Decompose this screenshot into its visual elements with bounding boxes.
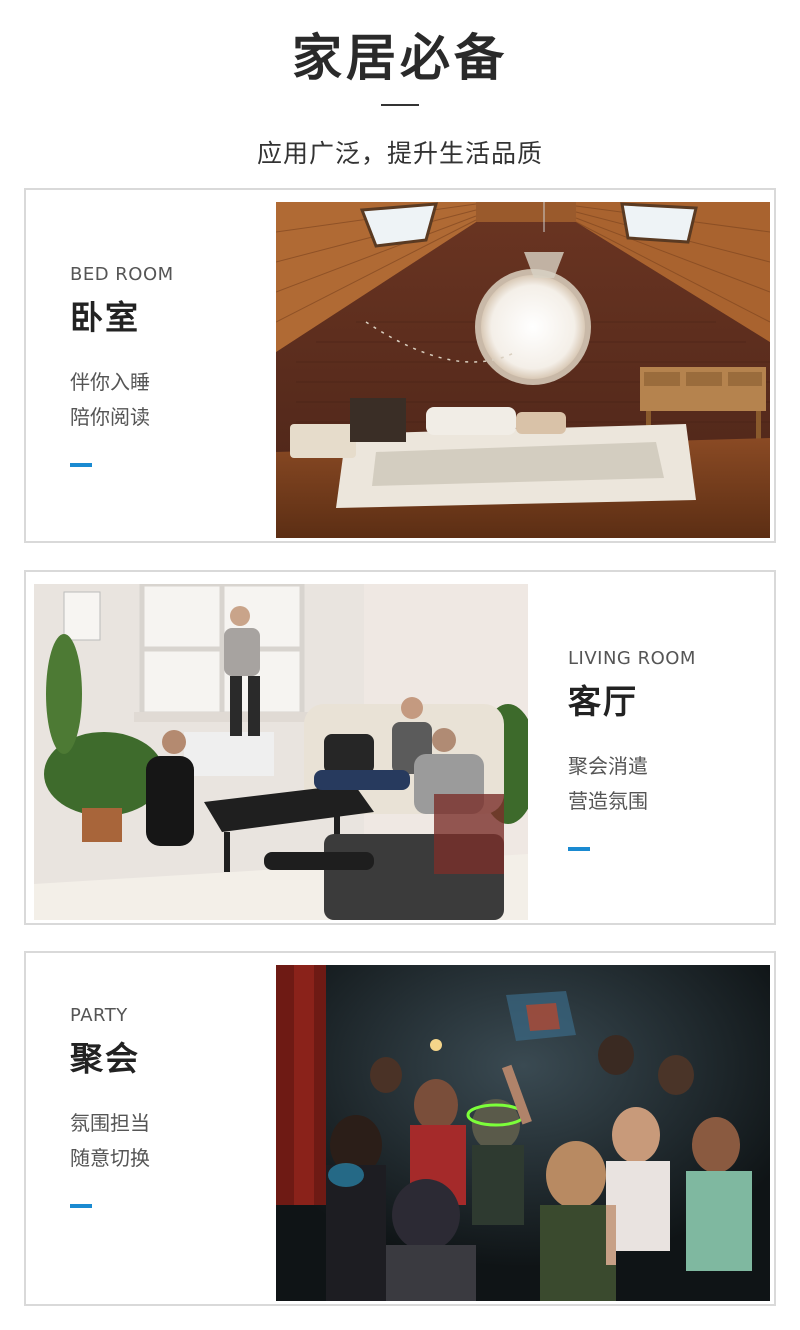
accent-bar (568, 847, 590, 851)
accent-bar (70, 1204, 92, 1208)
title-divider (381, 104, 419, 106)
bedroom-text: BED ROOM 卧室 伴你入睡 陪你阅读 (70, 264, 270, 467)
section-cn-title: 卧室 (70, 298, 140, 337)
section-en-title: LIVING ROOM (568, 648, 696, 669)
section-cn-title: 客厅 (568, 682, 638, 721)
accent-bar (70, 463, 92, 467)
section-description: 伴你入睡 陪你阅读 (70, 365, 270, 435)
description-line: 伴你入睡 (70, 370, 150, 394)
party-card: PARTY 聚会 氛围担当 随意切换 (24, 951, 776, 1306)
description-line: 陪你阅读 (70, 405, 150, 429)
page-subtitle: 应用广泛，提升生活品质 (256, 139, 543, 168)
description-line: 随意切换 (70, 1146, 150, 1170)
page-title: 家居必备 (292, 29, 508, 87)
description-line: 氛围担当 (70, 1111, 150, 1135)
living-room-card: LIVING ROOM 客厅 聚会消遣 营造氛围 (24, 570, 776, 925)
living-room-friends-photo (34, 584, 528, 920)
description-line: 营造氛围 (568, 789, 648, 813)
party-crowd-photo (276, 965, 770, 1301)
section-en-title: PARTY (70, 1005, 128, 1026)
bedroom-card: BED ROOM 卧室 伴你入睡 陪你阅读 (24, 188, 776, 543)
section-cn-title: 聚会 (70, 1039, 140, 1078)
party-text: PARTY 聚会 氛围担当 随意切换 (70, 1005, 270, 1208)
description-line: 聚会消遣 (568, 754, 648, 778)
section-en-title: BED ROOM (70, 264, 174, 285)
attic-bedroom-photo (276, 202, 770, 538)
living-room-text: LIVING ROOM 客厅 聚会消遣 营造氛围 (568, 648, 768, 851)
section-description: 氛围担当 随意切换 (70, 1106, 270, 1176)
section-description: 聚会消遣 营造氛围 (568, 749, 768, 819)
